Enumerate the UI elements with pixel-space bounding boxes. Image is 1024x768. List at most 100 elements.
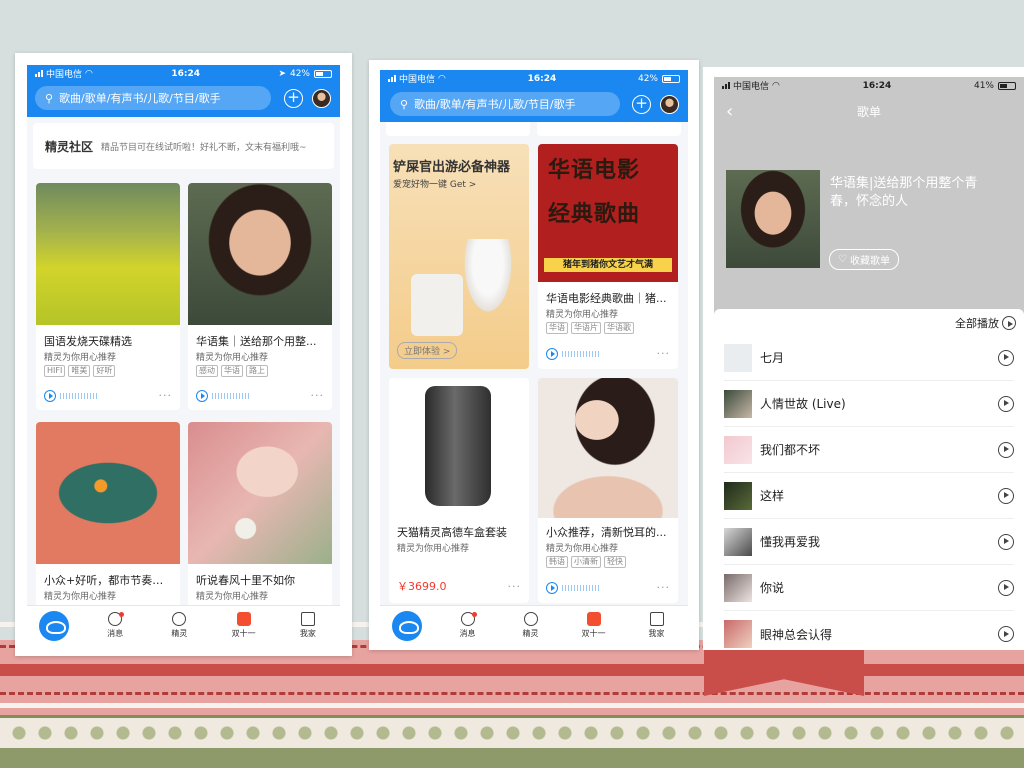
song-thumbnail [724, 481, 752, 510]
notification-dot [119, 612, 125, 617]
waveform-icon [60, 392, 98, 399]
avatar[interactable] [312, 89, 331, 108]
wifi-icon: ◠ [438, 73, 446, 84]
tab-messages[interactable]: 消息 [436, 612, 499, 639]
avatar[interactable] [660, 95, 679, 114]
community-banner[interactable]: 精灵社区 精品节目可在线试听啦！好礼不断，文末有福利哦~ [33, 123, 334, 169]
song-thumbnail [724, 573, 752, 602]
more-icon[interactable]: ··· [657, 347, 671, 360]
card-title: 华语电影经典歌曲｜猪... [546, 292, 667, 305]
card-subtitle: 精灵为你用心推荐 [44, 353, 117, 363]
search-input[interactable]: ⚲ 歌曲/歌单/有声书/儿歌/节目/歌手 [35, 86, 271, 110]
playlist-card[interactable]: 华语集｜送给那个用整... 精灵为你用心推荐 感动 华语 路上 ··· [188, 183, 332, 410]
battery-percent: 42% [637, 73, 658, 84]
community-title: 精灵社区 [45, 139, 94, 154]
card-actions: ··· [44, 389, 172, 402]
card-actions: ￥3699.0 ··· [397, 578, 521, 594]
card-subtitle: 精灵为你用心推荐 [196, 353, 269, 363]
play-icon[interactable] [998, 487, 1014, 504]
playlist-card[interactable]: 小众推荐，清新悦耳的... 精灵为你用心推荐 韩语 小清新 轻快 ··· [538, 378, 678, 603]
page-title: 歌单 [856, 105, 881, 119]
more-icon[interactable]: ··· [657, 581, 671, 594]
playlist-card[interactable]: 听说春风十里不如你 精灵为你用心推荐 [188, 422, 332, 612]
product-card[interactable]: 天猫精灵高德车盒套装 精灵为你用心推荐 ￥3699.0 ··· [389, 378, 529, 603]
previous-card-bottom [386, 122, 530, 136]
song-title: 你说 [760, 581, 785, 595]
status-bar: 中国电信 ◠ 16:24 42% [380, 70, 688, 87]
more-icon[interactable]: ··· [508, 580, 522, 593]
tab-label: 精灵 [171, 629, 188, 638]
tab-home-button[interactable] [39, 610, 69, 641]
phone-frame-home: 中国电信 ◠ 16:24 ➤ 42% ⚲ 歌曲/歌单/有声书/儿歌/节目/歌手 … [15, 53, 352, 656]
play-icon[interactable] [546, 347, 558, 360]
card-actions: ··· [196, 389, 324, 402]
genie-icon [172, 612, 187, 626]
song-row[interactable]: 这样 [724, 473, 1014, 519]
play-icon[interactable] [196, 389, 208, 402]
carrier-label: 中国电信 [733, 82, 770, 92]
play-icon[interactable] [998, 441, 1014, 458]
pet-fountain-image [411, 274, 463, 336]
tab-double-eleven[interactable]: 双十一 [212, 612, 276, 639]
song-row[interactable]: 你说 [724, 565, 1014, 611]
tag: 韩语 [546, 556, 568, 568]
search-input[interactable]: ⚲ 歌曲/歌单/有声书/儿歌/节目/歌手 [390, 92, 620, 116]
song-title: 这样 [760, 489, 785, 503]
card-cover-flowers [36, 183, 180, 325]
card-title: 天猫精灵高德车盒套装 [397, 526, 507, 539]
tab-label: 消息 [107, 629, 124, 638]
play-icon[interactable] [998, 533, 1014, 550]
more-icon[interactable]: ··· [311, 389, 325, 402]
play-all-button[interactable]: 全部播放 [955, 315, 1016, 331]
tab-genie[interactable]: 精灵 [147, 612, 211, 639]
tab-my-home[interactable]: 我家 [625, 612, 688, 639]
tab-messages[interactable]: 消息 [83, 612, 147, 639]
song-row[interactable]: 人情世故 (Live) [724, 381, 1014, 427]
play-all-icon [1002, 316, 1016, 330]
poster-text: 经典歌曲 [548, 202, 641, 227]
background-dot-row [0, 718, 1024, 748]
card-title: 听说春风十里不如你 [196, 574, 295, 587]
song-title: 人情世故 (Live) [760, 397, 846, 411]
play-icon[interactable] [44, 389, 56, 402]
playlist-card[interactable]: 国语发烧天碟精选 精灵为你用心推荐 HIFI 唯美 好听 ··· [36, 183, 180, 410]
tab-genie[interactable]: 精灵 [499, 612, 562, 639]
ad-try-button[interactable]: 立即体验 > [397, 342, 458, 359]
status-time: 16:24 [171, 68, 200, 79]
card-cover-abstract [36, 422, 180, 564]
tab-label: 消息 [459, 629, 476, 638]
phone-frame-feed: 中国电信 ◠ 16:24 42% ⚲ 歌曲/歌单/有声书/儿歌/节目/歌手 + … [369, 60, 699, 650]
play-icon[interactable] [546, 581, 558, 594]
signal-icon [722, 82, 730, 89]
play-icon[interactable] [998, 395, 1014, 412]
ad-card[interactable]: 铲屎官出游必备神器 爱宠好物一键 Get > 立即体验 > [389, 144, 529, 369]
tab-home-button[interactable] [392, 610, 422, 641]
song-row[interactable]: 眼神总会认得 [724, 611, 1014, 650]
tag: HIFI [44, 365, 66, 377]
battery-icon [314, 69, 332, 78]
playlist-screen: 中国电信 ◠ 16:24 41% ‹ 歌单 华语集|送给那个用整个青春，怀念的人… [714, 77, 1024, 650]
tab-double-eleven[interactable]: 双十一 [562, 612, 625, 639]
add-button[interactable]: + [632, 95, 651, 114]
card-title: 小众推荐，清新悦耳的... [546, 526, 667, 539]
tag: 唯美 [68, 365, 91, 377]
search-placeholder: 歌曲/歌单/有声书/儿歌/节目/歌手 [59, 92, 221, 105]
song-row[interactable]: 我们都不坏 [724, 427, 1014, 473]
play-icon[interactable] [998, 579, 1014, 596]
playlist-title: 华语集|送给那个用整个青春，怀念的人 [830, 176, 978, 209]
song-row[interactable]: 七月 [724, 335, 1014, 381]
tab-my-home[interactable]: 我家 [276, 612, 340, 639]
more-icon[interactable]: ··· [159, 389, 173, 402]
tag: 华语 [546, 322, 568, 334]
playlist-card[interactable]: 小众+好听，都市节奏蓝... 精灵为你用心推荐 [36, 422, 180, 612]
favorite-button[interactable]: ♡ 收藏歌单 [829, 249, 899, 270]
song-list: 全部播放 七月 人情世故 (Live) 我们都不坏 这样 懂我再爱我 你说 眼神… [714, 309, 1024, 649]
play-icon[interactable] [998, 626, 1014, 642]
play-icon[interactable] [998, 349, 1014, 366]
add-button[interactable]: + [284, 89, 303, 108]
card-subtitle: 精灵为你用心推荐 [196, 592, 269, 602]
tag: 轻快 [604, 556, 626, 568]
song-row[interactable]: 懂我再爱我 [724, 519, 1014, 565]
playlist-card[interactable]: 华语电影 经典歌曲 猪年到猪你文艺才气满 华语电影经典歌曲｜猪... 精灵为你用… [538, 144, 678, 369]
tab-bar: 消息 精灵 双十一 我家 [380, 605, 688, 642]
